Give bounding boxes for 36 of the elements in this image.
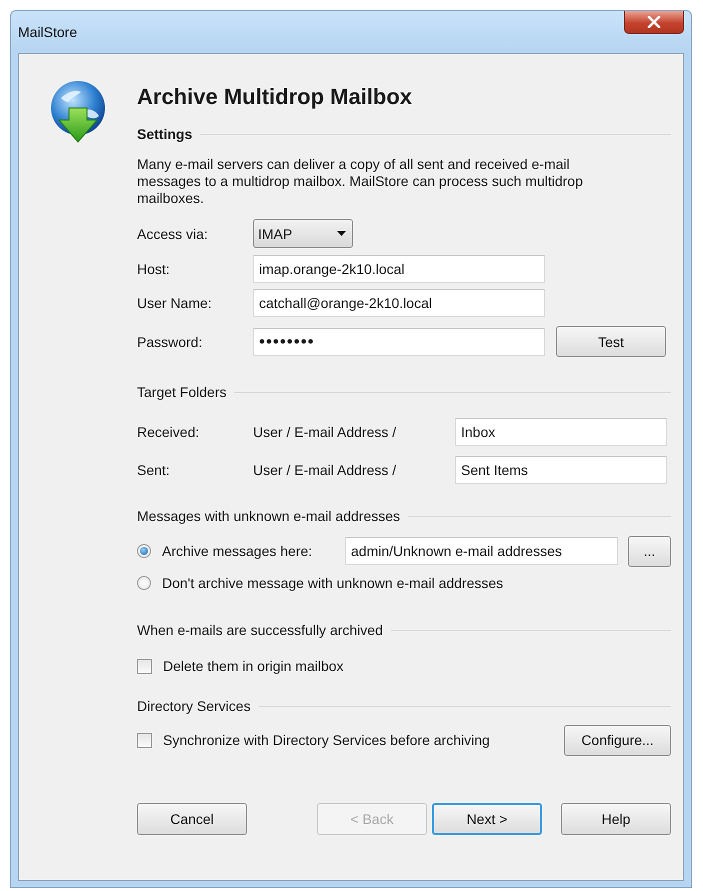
- field-label: Host:: [137, 261, 171, 277]
- access-dropdown[interactable]: IMAP: [253, 219, 353, 248]
- section-title: Directory Services: [137, 698, 251, 714]
- radio-button[interactable]: [137, 576, 151, 590]
- wizard-button[interactable]: Cancel: [137, 803, 247, 835]
- browse-button[interactable]: ...: [628, 536, 671, 566]
- radio-selected[interactable]: [137, 544, 151, 558]
- configure-button[interactable]: Configure...: [564, 724, 671, 756]
- section-title: Settings: [137, 126, 192, 142]
- field-label: Access via:: [137, 226, 209, 242]
- checkbox[interactable]: [137, 658, 152, 674]
- wizard-button[interactable]: Next >: [432, 803, 542, 835]
- test-button[interactable]: Test: [556, 326, 666, 357]
- window-title: MailStore: [18, 24, 78, 40]
- path-prefix: User / E-mail Address /: [253, 424, 398, 440]
- dropdown-caret-icon: [337, 231, 346, 236]
- description-text: Many e-mail servers can deliver a copy of all sent and received e-mail messages to a multidrop mailbox. MailStore can process such multidrop mailboxes.: [137, 156, 584, 207]
- path-prefix: User / E-mail Address /: [253, 462, 398, 478]
- section-title: Messages with unknown e-mail addresses: [137, 508, 400, 524]
- folder-path-field[interactable]: admin/Unknown e-mail addresses: [345, 537, 618, 565]
- username-field[interactable]: catchall@orange-2k10.local: [253, 289, 545, 317]
- host-field[interactable]: imap.orange-2k10.local: [253, 255, 545, 283]
- field-label: Sent:: [137, 462, 171, 478]
- section-title: Target Folders: [137, 384, 226, 400]
- field-label: Password:: [137, 334, 204, 350]
- section-title: When e-mails are successfully archived: [137, 622, 383, 638]
- close-icon: [647, 16, 661, 28]
- page-heading: Archive Multidrop Mailbox: [137, 84, 414, 111]
- field-label: Received:: [137, 424, 200, 440]
- field-label: User Name:: [137, 295, 213, 311]
- checkbox[interactable]: [137, 732, 152, 748]
- close-button[interactable]: [624, 10, 684, 34]
- password-field[interactable]: ••••••••: [253, 328, 545, 356]
- wizard-button[interactable]: Help: [561, 803, 671, 835]
- folder-field[interactable]: Sent Items: [455, 456, 667, 484]
- folder-field[interactable]: Inbox: [455, 418, 667, 446]
